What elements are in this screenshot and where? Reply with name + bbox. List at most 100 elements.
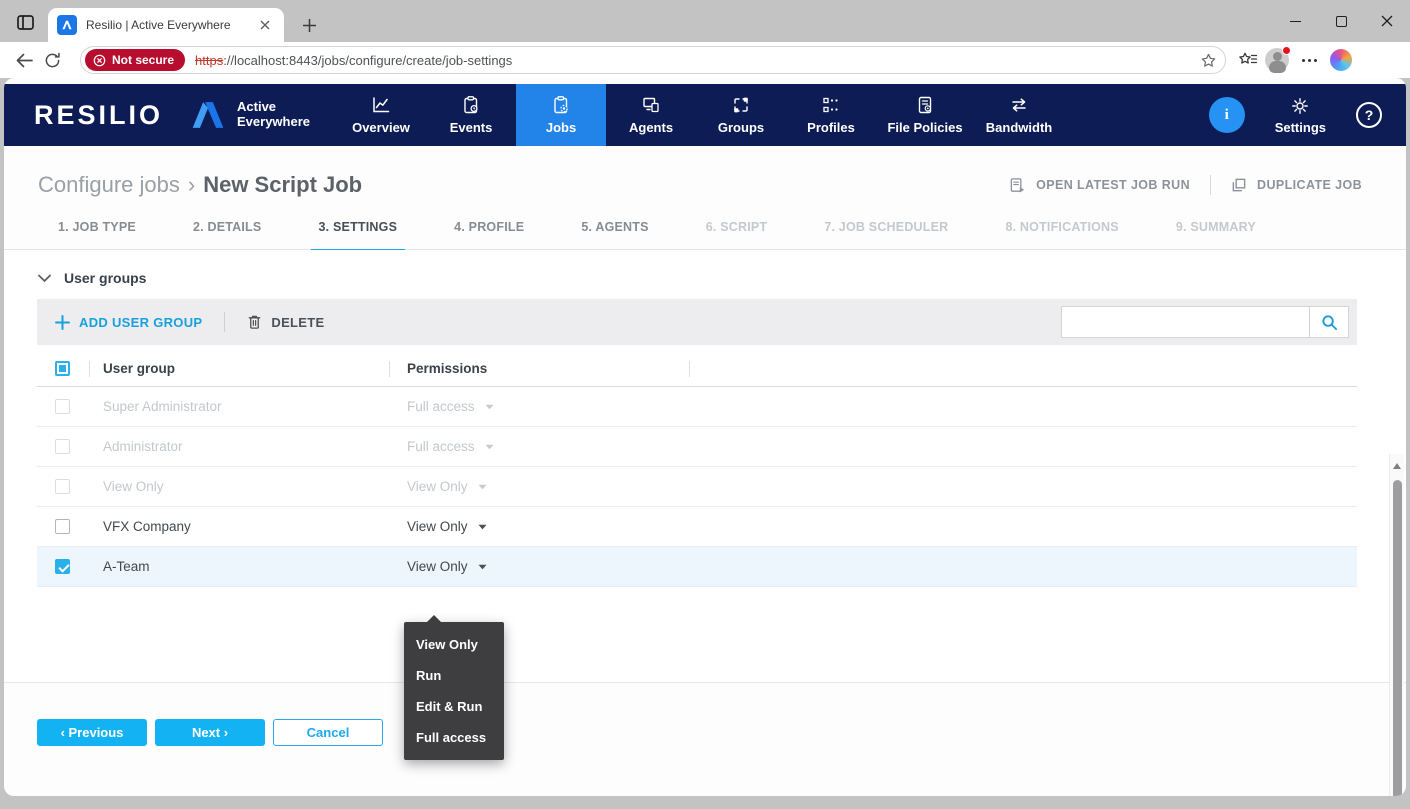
- row-checkbox: [55, 399, 70, 414]
- window-controls: [1272, 0, 1410, 42]
- permission-dropdown-trigger: View Only: [407, 479, 487, 494]
- step-summary: 9. SUMMARY: [1176, 220, 1256, 234]
- copilot-icon[interactable]: [1330, 49, 1352, 71]
- step-agents[interactable]: 5. AGENTS: [581, 220, 648, 234]
- breadcrumb-root[interactable]: Configure jobs: [38, 172, 180, 197]
- nav-item-overview[interactable]: Overview: [336, 84, 426, 146]
- nav-item-settings[interactable]: Settings: [1275, 96, 1326, 135]
- dropdown-option-view-only[interactable]: View Only: [404, 629, 504, 660]
- breadcrumb: Configure jobs›New Script Job: [38, 172, 362, 198]
- search-button[interactable]: [1309, 306, 1349, 338]
- toolbar-right-icons: [1238, 48, 1352, 72]
- info-icon: i: [1225, 107, 1229, 124]
- nav-item-groups[interactable]: Groups: [696, 84, 786, 146]
- not-secure-icon: [93, 54, 106, 67]
- open-latest-job-run-button[interactable]: OPEN LATEST JOB RUN: [1009, 177, 1190, 194]
- toolbar-divider: [224, 312, 225, 332]
- help-button[interactable]: ?: [1356, 102, 1382, 128]
- trash-icon: [247, 314, 262, 330]
- profiles-list-icon: [821, 95, 841, 115]
- url-path: ://localhost:8443/jobs/configure/create/…: [223, 53, 512, 68]
- window-minimize-button[interactable]: [1272, 0, 1318, 42]
- scrollbar-thumb[interactable]: [1393, 480, 1402, 796]
- previous-button[interactable]: ‹ Previous: [37, 719, 147, 746]
- scrollbar-up-arrow[interactable]: [1390, 458, 1404, 474]
- favorites-icon[interactable]: [1238, 51, 1258, 69]
- back-button[interactable]: [10, 46, 38, 74]
- url-text: https://localhost:8443/jobs/configure/cr…: [195, 53, 1200, 68]
- maximize-icon: [1336, 16, 1347, 27]
- permission-dropdown-trigger-open[interactable]: View Only: [407, 559, 487, 574]
- section-title: User groups: [64, 270, 146, 286]
- select-all-checkbox[interactable]: [55, 361, 70, 376]
- window-close-button[interactable]: [1364, 0, 1410, 42]
- step-profile[interactable]: 4. PROFILE: [454, 220, 524, 234]
- duplicate-job-button[interactable]: DUPLICATE JOB: [1231, 177, 1362, 193]
- permission-dropdown-trigger: Full access: [407, 399, 494, 414]
- user-groups-section-header[interactable]: User groups: [4, 250, 1406, 286]
- settings-panel: User groups ADD USER GROUP DELETE: [4, 250, 1406, 683]
- refresh-icon: [44, 52, 61, 69]
- browser-tab[interactable]: Resilio | Active Everywhere: [48, 8, 284, 42]
- delete-button[interactable]: DELETE: [247, 314, 324, 330]
- tab-actions-button[interactable]: [13, 10, 37, 34]
- browser-toolbar: Not secure https://localhost:8443/jobs/c…: [0, 42, 1410, 78]
- dropdown-option-run[interactable]: Run: [404, 660, 504, 691]
- gear-icon: [1290, 96, 1310, 116]
- search-box: [1061, 306, 1349, 338]
- browser-menu-button[interactable]: [1296, 59, 1323, 62]
- content-scrollbar: [1389, 454, 1404, 796]
- breadcrumb-separator: ›: [188, 172, 195, 197]
- profile-avatar[interactable]: [1265, 48, 1289, 72]
- caret-down-icon: [478, 484, 487, 490]
- refresh-button[interactable]: [38, 46, 66, 74]
- events-clipboard-icon: [461, 95, 481, 115]
- group-name: VFX Company: [103, 519, 191, 534]
- add-user-group-button[interactable]: ADD USER GROUP: [55, 315, 202, 330]
- step-job-type[interactable]: 1. JOB TYPE: [58, 220, 136, 234]
- bookmark-star-icon[interactable]: [1200, 52, 1217, 69]
- row-checkbox: [55, 479, 70, 494]
- help-icon: ?: [1365, 107, 1374, 123]
- permission-dropdown-trigger[interactable]: View Only: [407, 519, 487, 534]
- tab-title: Resilio | Active Everywhere: [86, 18, 256, 32]
- group-name: Administrator: [103, 439, 183, 454]
- not-secure-badge[interactable]: Not secure: [85, 49, 185, 71]
- tab-close-icon[interactable]: [256, 16, 274, 34]
- overview-chart-icon: [371, 95, 391, 115]
- row-checkbox: [55, 439, 70, 454]
- caret-down-icon: [485, 404, 494, 410]
- duplicate-icon: [1231, 177, 1247, 193]
- table-row-a-team: A-Team View Only: [37, 547, 1357, 587]
- nav-item-file-policies[interactable]: File Policies: [876, 84, 974, 146]
- plus-icon: [55, 315, 70, 330]
- address-bar[interactable]: Not secure https://localhost:8443/jobs/c…: [80, 46, 1226, 74]
- nav-item-jobs[interactable]: Jobs: [516, 84, 606, 146]
- cancel-button[interactable]: Cancel: [273, 719, 383, 746]
- new-tab-button[interactable]: [297, 13, 321, 37]
- permissions-dropdown-menu: View Only Run Edit & Run Full access: [404, 622, 504, 760]
- info-button[interactable]: i: [1209, 97, 1245, 133]
- window-maximize-button[interactable]: [1318, 0, 1364, 42]
- page-actions: OPEN LATEST JOB RUN DUPLICATE JOB: [1009, 175, 1362, 195]
- nav-item-bandwidth[interactable]: Bandwidth: [974, 84, 1064, 146]
- actions-divider: [1210, 175, 1211, 195]
- nav-item-agents[interactable]: Agents: [606, 84, 696, 146]
- resilio-wordmark: RESILIO: [34, 100, 163, 131]
- next-button[interactable]: Next ›: [155, 719, 265, 746]
- nav-item-events[interactable]: Events: [426, 84, 516, 146]
- search-input[interactable]: [1061, 306, 1309, 338]
- dropdown-option-full-access[interactable]: Full access: [404, 722, 504, 753]
- active-everywhere-mark-icon: [187, 97, 229, 133]
- row-checkbox[interactable]: [55, 519, 70, 534]
- step-settings[interactable]: 3. SETTINGS: [319, 220, 398, 234]
- row-checkbox-checked[interactable]: [55, 559, 70, 574]
- minimize-icon: [1290, 21, 1301, 22]
- nav-item-profiles[interactable]: Profiles: [786, 84, 876, 146]
- group-name: Super Administrator: [103, 399, 222, 414]
- dropdown-option-edit-run[interactable]: Edit & Run: [404, 691, 504, 722]
- step-details[interactable]: 2. DETAILS: [193, 220, 261, 234]
- user-groups-table: User group Permissions Super Administrat…: [37, 351, 1357, 587]
- main-nav: Overview Events Jobs Agents Groups Profi…: [336, 84, 1064, 146]
- logo-text: Active Everywhere: [237, 100, 310, 129]
